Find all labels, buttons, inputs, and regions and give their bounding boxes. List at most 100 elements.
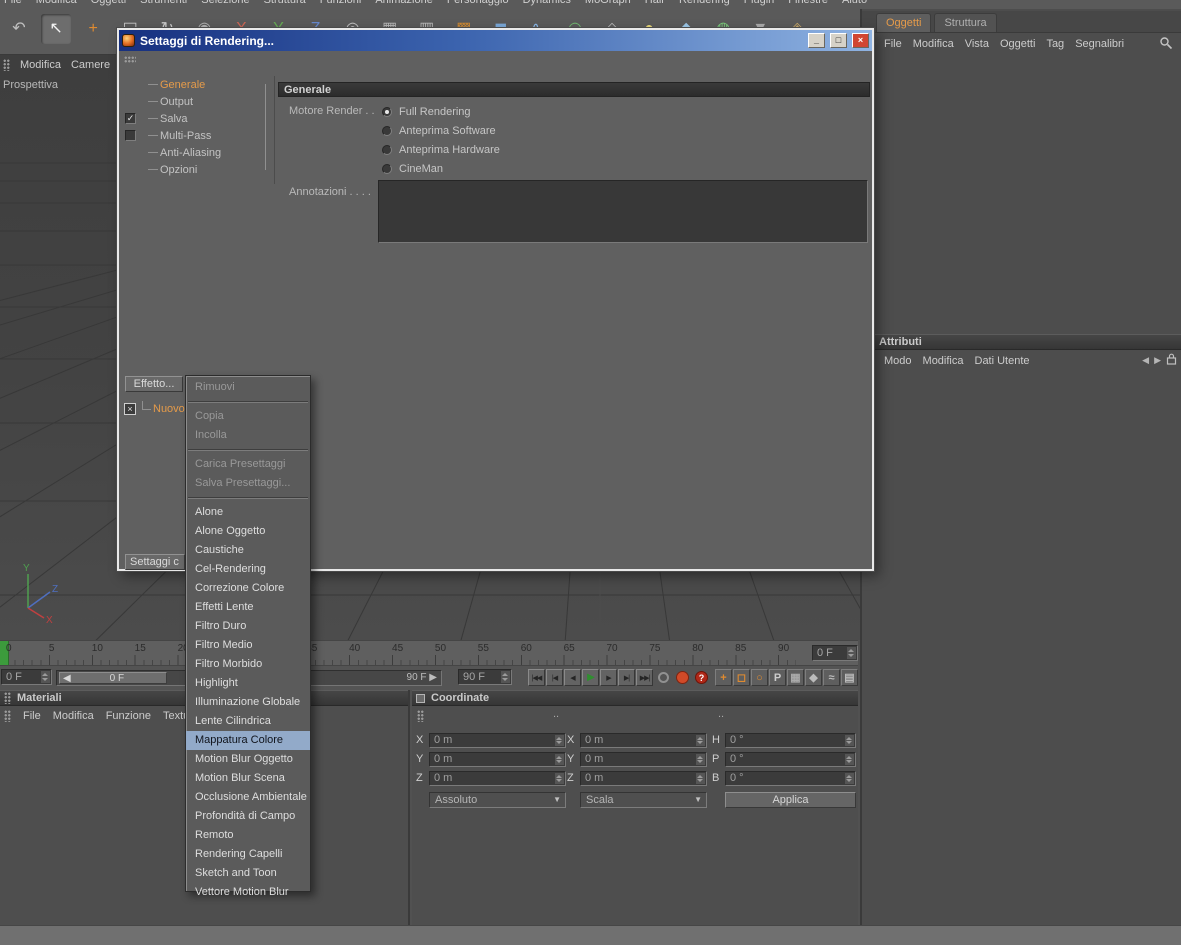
- record-pla-icon[interactable]: ▦: [787, 669, 804, 686]
- context-menu-item[interactable]: Filtro Medio: [186, 636, 310, 655]
- settings-tree-item[interactable]: Output: [119, 93, 274, 110]
- track-filter-icon[interactable]: ▤: [841, 669, 858, 686]
- context-menu-item[interactable]: Filtro Morbido: [186, 655, 310, 674]
- menubar-item[interactable]: Personaggio: [447, 0, 509, 6]
- materials-menu-grip[interactable]: [4, 710, 11, 722]
- render-engine-radio[interactable]: Anteprima Software: [382, 121, 500, 140]
- record-scale-icon[interactable]: ◻: [733, 669, 750, 686]
- menubar-item[interactable]: Dynamics: [523, 0, 571, 6]
- menubar-item[interactable]: Aiuto: [842, 0, 867, 6]
- menubar-item[interactable]: MoGraph: [585, 0, 631, 6]
- size-mode-dropdown[interactable]: Scala ▼: [580, 792, 707, 808]
- coordinates-grip[interactable]: [417, 710, 424, 722]
- field-spinner-arrows[interactable]: [845, 772, 854, 784]
- context-menu-item[interactable]: Correzione Colore: [186, 579, 310, 598]
- field-spinner-arrows[interactable]: [555, 753, 564, 765]
- coordinate-field[interactable]: 0 m: [429, 732, 566, 748]
- om-menu-file[interactable]: File: [884, 38, 902, 50]
- field-spinner-arrows[interactable]: [845, 753, 854, 765]
- menubar-item[interactable]: Animazione: [375, 0, 432, 6]
- context-menu-item[interactable]: Occlusione Ambientale: [186, 788, 310, 807]
- mat-menu-file[interactable]: File: [23, 710, 41, 722]
- context-menu-item[interactable]: Mappatura Colore: [186, 731, 310, 750]
- context-menu-item[interactable]: Rimuovi: [186, 378, 310, 397]
- attr-menu-modo[interactable]: Modo: [884, 355, 912, 367]
- history-forward-icon[interactable]: ▶: [1154, 355, 1161, 366]
- dialog-grip[interactable]: [124, 56, 136, 63]
- om-menu-modifica[interactable]: Modifica: [913, 38, 954, 50]
- menubar-item[interactable]: Oggetti: [91, 0, 126, 6]
- goto-start-button[interactable]: |◀◀: [528, 669, 545, 686]
- menubar-item[interactable]: Funzioni: [320, 0, 362, 6]
- viewport-menu-grip[interactable]: [3, 58, 10, 71]
- coordinate-field[interactable]: 0 m: [429, 751, 566, 767]
- settings-tree-item[interactable]: Multi-Pass: [119, 127, 274, 144]
- next-key-button[interactable]: ▶|: [618, 669, 635, 686]
- field-spinner-arrows[interactable]: [555, 772, 564, 784]
- live-selection-icon[interactable]: ↖: [41, 14, 72, 44]
- maximize-button[interactable]: □: [830, 33, 847, 48]
- menubar-item[interactable]: Hair: [645, 0, 665, 6]
- coordinate-field[interactable]: 0 m: [580, 732, 707, 748]
- context-menu-item[interactable]: Rendering Capelli: [186, 845, 310, 864]
- record-keyframes-icon[interactable]: [674, 669, 691, 686]
- context-menu-item[interactable]: [188, 497, 308, 499]
- effect-enable-checkbox[interactable]: ×: [124, 402, 136, 415]
- om-menu-vista[interactable]: Vista: [965, 38, 989, 50]
- context-menu-item[interactable]: Illuminazione Globale: [186, 693, 310, 712]
- current-time-spinner-arrows[interactable]: [41, 671, 50, 683]
- field-spinner-arrows[interactable]: [696, 734, 705, 746]
- coordinate-field[interactable]: 0 °: [725, 770, 856, 786]
- effect-button[interactable]: Effetto...: [125, 376, 183, 392]
- viewport-menu-modifica[interactable]: Modifica: [20, 59, 61, 71]
- context-menu-item[interactable]: Vettore Motion Blur: [186, 883, 310, 902]
- prev-key-button[interactable]: |◀: [546, 669, 563, 686]
- minimize-button[interactable]: _: [808, 33, 825, 48]
- context-menu-item[interactable]: Alone: [186, 503, 310, 522]
- context-menu-item[interactable]: Cel-Rendering: [186, 560, 310, 579]
- end-frame-spinner-arrows[interactable]: [501, 671, 510, 683]
- range-slider-handle[interactable]: ◀ 0 F: [59, 672, 167, 684]
- attr-menu-modifica[interactable]: Modifica: [923, 355, 964, 367]
- context-menu-item[interactable]: Remoto: [186, 826, 310, 845]
- om-menu-oggetti[interactable]: Oggetti: [1000, 38, 1035, 50]
- render-engine-radio[interactable]: Anteprima Hardware: [382, 140, 500, 159]
- manager-tab[interactable]: Oggetti: [876, 13, 932, 32]
- context-menu-item[interactable]: Sketch and Toon: [186, 864, 310, 883]
- dialog-titlebar[interactable]: Settaggi di Rendering... _ □ ×: [119, 30, 872, 51]
- context-menu-item[interactable]: Carica Presettaggi: [186, 455, 310, 474]
- om-menu-tag[interactable]: Tag: [1046, 38, 1064, 50]
- menubar-item[interactable]: Modifica: [36, 0, 77, 6]
- context-menu-item[interactable]: Motion Blur Oggetto: [186, 750, 310, 769]
- menubar-item[interactable]: Selezione: [201, 0, 249, 6]
- coordinate-field[interactable]: 0 m: [580, 751, 707, 767]
- menubar-item[interactable]: Struttura: [264, 0, 306, 6]
- field-spinner-arrows[interactable]: [555, 734, 564, 746]
- manager-tab[interactable]: Struttura: [934, 13, 997, 32]
- context-menu-item[interactable]: [188, 449, 308, 451]
- end-frame-field[interactable]: 90 F: [458, 669, 512, 685]
- record-position-icon[interactable]: +: [715, 669, 732, 686]
- context-menu-item[interactable]: Effetti Lente: [186, 598, 310, 617]
- attr-menu-dati-utente[interactable]: Dati Utente: [975, 355, 1030, 367]
- field-spinner-arrows[interactable]: [845, 734, 854, 746]
- timeline-ruler[interactable]: 051015202530354045505560657075808590 0 F: [0, 640, 858, 666]
- coordinate-field[interactable]: 0 °: [725, 751, 856, 767]
- context-menu-item[interactable]: Incolla: [186, 426, 310, 445]
- menubar-item[interactable]: Plugin: [744, 0, 775, 6]
- field-spinner-arrows[interactable]: [696, 772, 705, 784]
- om-menu-segnalibri[interactable]: Segnalibri: [1075, 38, 1124, 50]
- settings-tree-item[interactable]: Anti-Aliasing: [119, 144, 274, 161]
- coordinate-field[interactable]: 0 °: [725, 732, 856, 748]
- keyframe-selection-icon[interactable]: ◆: [805, 669, 822, 686]
- context-menu-item[interactable]: Copia: [186, 407, 310, 426]
- render-engine-radio[interactable]: CineMan: [382, 159, 500, 178]
- move-tool-icon[interactable]: +: [78, 14, 108, 44]
- context-menu-item[interactable]: [188, 401, 308, 403]
- lock-icon[interactable]: [1166, 353, 1177, 368]
- settings-tree-item[interactable]: Salva: [119, 110, 274, 127]
- field-spinner-arrows[interactable]: [696, 753, 705, 765]
- interpolation-icon[interactable]: ≈: [823, 669, 840, 686]
- undo-icon[interactable]: ↶: [4, 14, 34, 44]
- settings-preset-button[interactable]: Settaggi c: [125, 554, 185, 570]
